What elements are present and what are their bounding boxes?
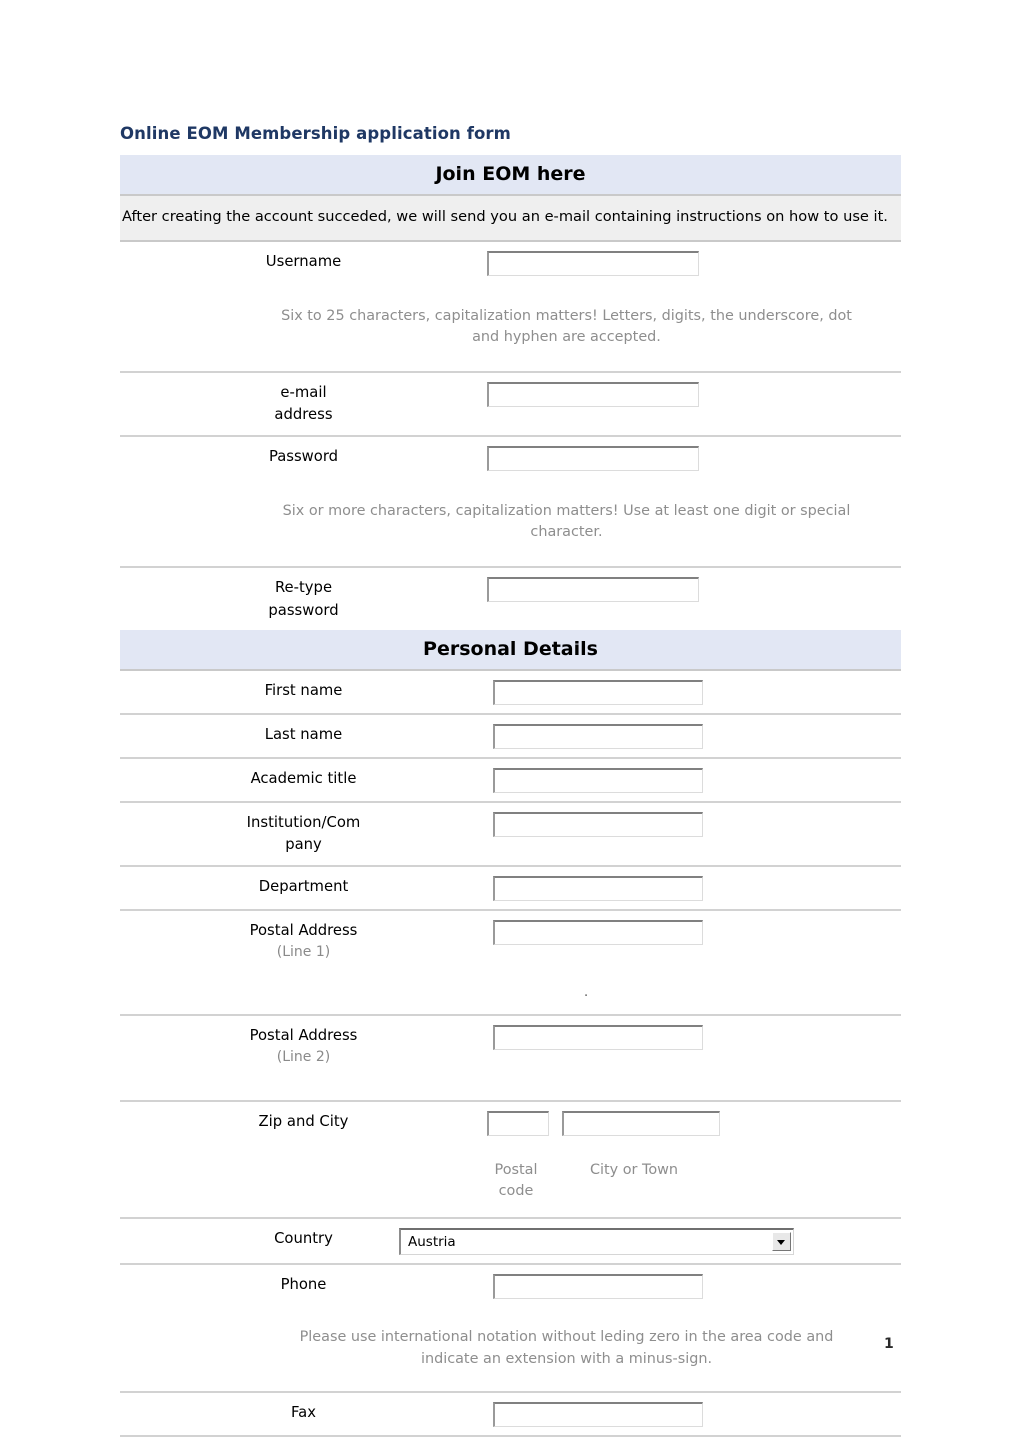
postal-code-input[interactable] — [487, 1110, 549, 1136]
phone-hint: Please use international notation withou… — [120, 1307, 901, 1393]
department-field-cell — [487, 867, 901, 909]
fax-input[interactable] — [493, 1401, 703, 1427]
postal-address-2-sub-label: (Line 2) — [276, 1049, 331, 1066]
zip-and-city-label: Zip and City — [258, 1112, 349, 1130]
form-row-country: Country Austria — [120, 1219, 901, 1266]
form-row-department: Department — [120, 867, 901, 911]
postal-address-2-label-main: Postal Address — [249, 1026, 358, 1044]
form-row-fax: Fax — [120, 1393, 901, 1437]
intro-paragraph: After creating the account succeded, we … — [120, 194, 901, 242]
country-selected-value: Austria — [408, 1234, 456, 1251]
city-caption: City or Town — [589, 1161, 679, 1178]
postal-address-1-stray-mark-row: . — [120, 972, 901, 1016]
zip-city-caption-row: Postal code City or Town — [120, 1144, 901, 1220]
fax-field-cell — [487, 1393, 901, 1435]
retype-password-label-line1: Re-type — [274, 579, 333, 597]
page-number: 1 — [884, 1336, 894, 1352]
document-page: Online EOM Membership application form J… — [0, 0, 1020, 1443]
stray-period-mark: . — [584, 984, 589, 1000]
form-row-zip-and-city: Zip and City — [120, 1102, 901, 1144]
country-select[interactable]: Austria — [399, 1228, 794, 1256]
form-row-institution: Institution/Com pany — [120, 803, 901, 867]
password-field-cell — [487, 437, 901, 479]
last-name-input[interactable] — [493, 723, 703, 749]
username-hint: Six to 25 characters, capitalization mat… — [120, 284, 901, 373]
phone-label: Phone — [280, 1276, 327, 1294]
department-input[interactable] — [493, 875, 703, 901]
username-input[interactable] — [487, 250, 699, 276]
postal-code-caption-line2: code — [498, 1182, 534, 1199]
postal-address-1-label-main: Postal Address — [249, 921, 358, 939]
phone-field-cell — [487, 1265, 901, 1307]
form-row-password: Password — [120, 437, 901, 479]
institution-label-line1: Institution/Com — [246, 813, 361, 831]
email-label: e-mail address — [120, 373, 487, 435]
postal-code-caption-line1: Postal — [494, 1161, 538, 1178]
email-label-line1: e-mail — [280, 383, 327, 401]
retype-password-label: Re-type password — [120, 568, 487, 630]
first-name-field-cell — [487, 671, 901, 713]
institution-label-line2: pany — [285, 836, 322, 854]
postal-address-1-field-cell — [487, 911, 901, 953]
form-row-phone: Phone — [120, 1265, 901, 1307]
form-row-first-name: First name — [120, 671, 901, 715]
institution-input[interactable] — [493, 811, 703, 837]
form-row-postal-address-1: Postal Address (Line 1) — [120, 911, 901, 972]
fax-label: Fax — [291, 1403, 316, 1421]
postal-address-2-field-cell — [487, 1016, 901, 1058]
first-name-input[interactable] — [493, 679, 703, 705]
form-row-username: Username — [120, 242, 901, 284]
chevron-down-icon[interactable] — [772, 1232, 791, 1252]
postal-address-1-label: Postal Address (Line 1) — [120, 911, 487, 972]
retype-password-label-line2: password — [268, 601, 339, 619]
password-hint: Six or more characters, capitalization m… — [120, 479, 901, 569]
academic-title-label: Academic title — [250, 769, 357, 787]
page-title: Online EOM Membership application form — [120, 124, 511, 143]
department-label: Department — [258, 877, 349, 895]
form-row-email: e-mail address — [120, 373, 901, 437]
retype-password-field-cell — [487, 568, 901, 610]
membership-form: Join EOM here After creating the account… — [120, 155, 901, 1437]
academic-title-field-cell — [487, 759, 901, 801]
username-label: Username — [265, 252, 342, 270]
postal-address-1-input[interactable] — [493, 919, 703, 945]
email-field-cell — [487, 373, 901, 415]
postal-code-caption: Postal code — [473, 1160, 559, 1202]
postal-address-2-label: Postal Address (Line 2) — [120, 1016, 487, 1077]
form-row-last-name: Last name — [120, 715, 901, 759]
username-field-cell — [487, 242, 901, 284]
institution-label: Institution/Com pany — [120, 803, 487, 865]
form-row-postal-address-2: Postal Address (Line 2) — [120, 1016, 901, 1102]
first-name-label: First name — [264, 681, 343, 699]
last-name-label: Last name — [264, 725, 343, 743]
password-input[interactable] — [487, 445, 699, 471]
section-heading-personal-details: Personal Details — [120, 629, 901, 671]
country-field-cell: Austria — [399, 1219, 901, 1263]
retype-password-input[interactable] — [487, 577, 699, 603]
city-input[interactable] — [562, 1110, 721, 1136]
academic-title-input[interactable] — [493, 767, 703, 793]
form-row-retype-password: Re-type password — [120, 568, 901, 630]
postal-address-1-sub-label: (Line 1) — [276, 944, 331, 961]
postal-address-2-input[interactable] — [493, 1024, 703, 1050]
email-input[interactable] — [487, 381, 699, 407]
form-row-academic-title: Academic title — [120, 759, 901, 803]
institution-field-cell — [487, 803, 901, 845]
password-label: Password — [268, 447, 339, 465]
section-heading-join: Join EOM here — [120, 155, 901, 194]
last-name-field-cell — [487, 715, 901, 757]
phone-input[interactable] — [493, 1274, 703, 1300]
zip-and-city-field-cell — [487, 1102, 901, 1144]
email-label-line2: address — [274, 406, 333, 424]
